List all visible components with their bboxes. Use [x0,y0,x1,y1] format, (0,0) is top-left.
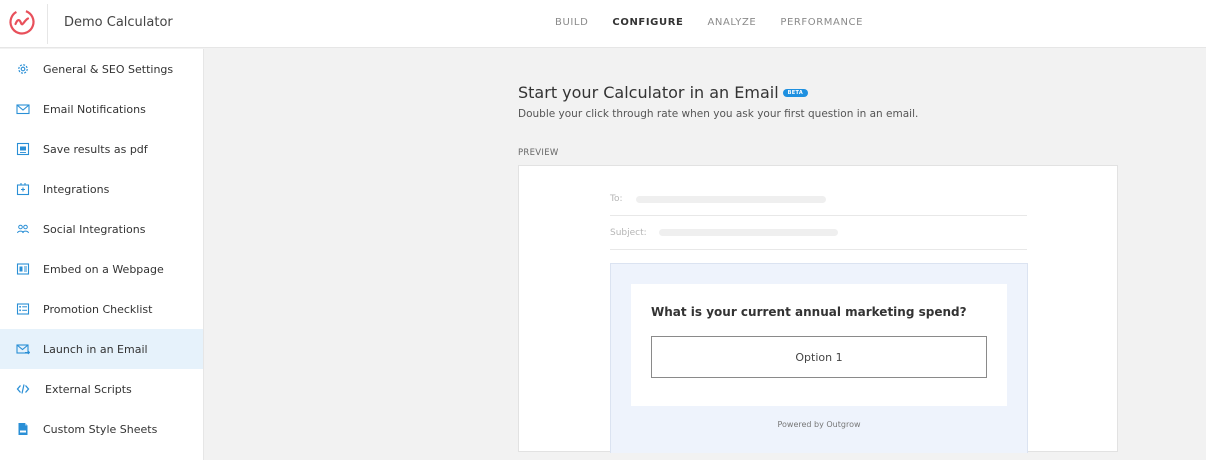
sidebar-item-label: Integrations [43,182,110,196]
subject-label: Subject: [610,228,647,238]
nav-configure[interactable]: CONFIGURE [612,17,683,28]
sidebar-item-label: Custom Style Sheets [43,422,158,436]
sidebar-item-general-seo[interactable]: General & SEO Settings [0,49,203,89]
preview-label: PREVIEW [518,148,559,158]
to-placeholder-line [636,196,826,203]
email-to-row: To: [610,182,1027,216]
question-card: What is your current annual marketing sp… [631,284,1007,406]
beta-badge: BETA [782,88,808,97]
top-bar: Demo Calculator BUILD CONFIGURE ANALYZE … [0,0,1206,48]
sidebar-item-social-integrations[interactable]: Social Integrations [0,209,203,249]
email-preview: To: Subject: What is your current annual… [518,165,1118,453]
subject-placeholder-line [659,229,838,236]
nav-analyze[interactable]: ANALYZE [707,17,756,28]
question-text: What is your current annual marketing sp… [651,305,967,319]
page-title-text: Start your Calculator in an Email [518,83,779,102]
sidebar-item-external-scripts[interactable]: External Scripts [0,369,203,409]
sidebar-item-launch-email[interactable]: Launch in an Email [0,329,203,369]
sidebar-item-label: Embed on a Webpage [43,262,164,276]
sidebar-item-label: Email Notifications [43,102,146,116]
sidebar-item-embed-webpage[interactable]: Embed on a Webpage [0,249,203,289]
gear-icon [15,62,30,77]
sidebar-item-promotion-checklist[interactable]: Promotion Checklist [0,289,203,329]
sidebar-item-custom-style-sheets[interactable]: Custom Style Sheets [0,409,203,449]
outgrow-logo-icon[interactable] [8,8,36,36]
logo-divider [47,4,48,44]
plug-icon [15,182,30,197]
embed-icon [15,262,30,277]
email-launch-icon [15,342,30,357]
option-button[interactable]: Option 1 [651,336,987,378]
sidebar-item-label: Social Integrations [43,222,146,236]
sidebar-item-label: Launch in an Email [43,342,148,356]
envelope-icon [15,102,30,117]
nav-build[interactable]: BUILD [555,17,588,28]
app-title: Demo Calculator [64,15,173,30]
top-nav: BUILD CONFIGURE ANALYZE PERFORMANCE [555,17,863,28]
css-file-icon [15,422,30,437]
users-icon [15,222,30,237]
to-label: To: [610,194,623,204]
code-icon [15,382,30,397]
sidebar-item-integrations[interactable]: Integrations [0,169,203,209]
sidebar-item-label: General & SEO Settings [43,62,174,76]
checklist-icon [15,302,30,317]
page-subtitle: Double your click through rate when you … [518,108,919,120]
sidebar-item-label: Save results as pdf [43,142,148,156]
pdf-icon [15,142,30,157]
page-title: Start your Calculator in an Email BETA [518,83,808,102]
email-body: What is your current annual marketing sp… [610,263,1028,453]
sidebar: General & SEO Settings Email Notificatio… [0,49,204,460]
powered-by: Powered by Outgrow [777,420,861,429]
sidebar-item-label: Promotion Checklist [43,302,153,316]
email-subject-row: Subject: [610,216,1027,250]
sidebar-item-save-pdf[interactable]: Save results as pdf [0,129,203,169]
nav-performance[interactable]: PERFORMANCE [780,17,863,28]
sidebar-item-email-notifications[interactable]: Email Notifications [0,89,203,129]
sidebar-item-label: External Scripts [45,382,132,396]
